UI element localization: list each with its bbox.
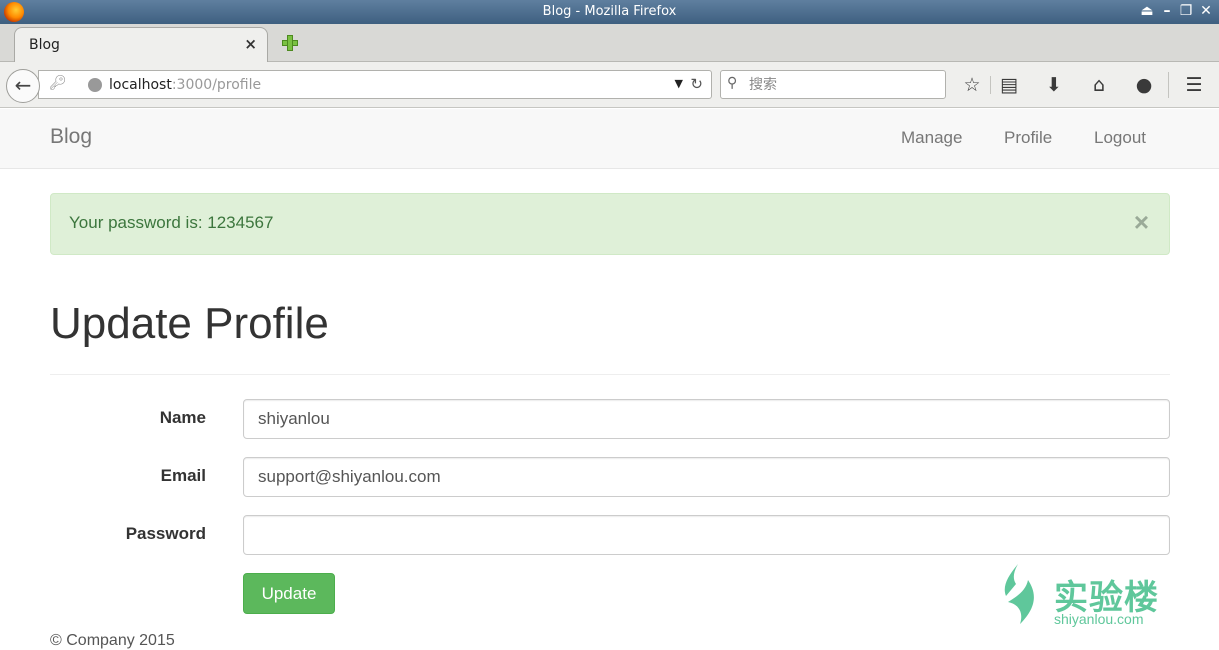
tab-blog[interactable]: Blog × xyxy=(14,27,268,63)
name-field[interactable] xyxy=(243,399,1170,439)
site-identity-key-icon[interactable]: 🔑︎ xyxy=(49,75,67,91)
search-bar[interactable]: ⚲ xyxy=(720,70,946,99)
chat-bubble-icon[interactable]: ● xyxy=(1132,74,1156,96)
back-arrow-icon: ← xyxy=(14,73,32,97)
title-divider xyxy=(50,374,1170,375)
toolbar-separator xyxy=(1168,72,1169,98)
shiyanlou-logo-icon xyxy=(1004,564,1034,624)
url-bar[interactable]: 🔑︎ localhost:3000/profile ▼ ↻ xyxy=(38,70,712,99)
search-icon: ⚲ xyxy=(727,75,738,91)
window-title: Blog - Mozilla Firefox xyxy=(542,4,677,19)
footer-copyright: © Company 2015 xyxy=(50,632,175,649)
page-title: Update Profile xyxy=(50,299,329,348)
home-icon[interactable]: ⌂ xyxy=(1087,74,1111,96)
window-maximize-icon[interactable]: ❐ xyxy=(1177,3,1195,19)
shiyanlou-watermark: 实验楼 shiyanlou.com xyxy=(998,560,1178,632)
tab-strip: Blog × xyxy=(0,24,1219,63)
success-alert: Your password is: 1234567 × xyxy=(50,193,1170,255)
toolbar-separator xyxy=(990,76,991,94)
globe-icon xyxy=(88,78,102,92)
window-shade-icon[interactable]: ⏏ xyxy=(1138,3,1156,19)
browser-toolbar: 🔑︎ localhost:3000/profile ▼ ↻ ← ⚲ ☆ ▤ ⬇ … xyxy=(0,62,1219,108)
password-field[interactable] xyxy=(243,515,1170,555)
nav-logout[interactable]: Logout xyxy=(1094,128,1146,148)
update-button[interactable]: Update xyxy=(243,573,335,614)
window-titlebar: Blog - Mozilla Firefox ⏏ – ❐ ✕ xyxy=(0,0,1219,24)
url-path: :3000/profile xyxy=(171,77,262,93)
alert-message: Your password is: 1234567 xyxy=(69,213,274,232)
name-label: Name xyxy=(159,408,206,427)
url-text[interactable]: localhost:3000/profile xyxy=(109,77,261,93)
back-button[interactable]: ← xyxy=(6,69,40,103)
window-close-icon[interactable]: ✕ xyxy=(1197,3,1215,19)
watermark-site: shiyanlou.com xyxy=(1054,611,1144,627)
nav-profile[interactable]: Profile xyxy=(1004,128,1052,148)
bookmark-star-icon[interactable]: ☆ xyxy=(960,74,984,96)
window-minimize-icon[interactable]: – xyxy=(1158,3,1176,19)
new-tab-plus-icon[interactable] xyxy=(280,33,300,53)
reload-icon[interactable]: ↻ xyxy=(690,75,703,93)
hamburger-menu-icon[interactable]: ☰ xyxy=(1182,74,1206,96)
url-history-dropdown-icon[interactable]: ▼ xyxy=(675,77,683,90)
email-field[interactable] xyxy=(243,457,1170,497)
tab-title: Blog xyxy=(29,37,60,53)
search-input[interactable] xyxy=(747,74,937,95)
url-host: localhost xyxy=(109,77,172,93)
bookmarks-menu-icon[interactable]: ▤ xyxy=(997,74,1021,96)
tab-close-icon[interactable]: × xyxy=(244,35,257,53)
site-navbar: Blog Manage Profile Logout xyxy=(0,109,1219,169)
brand-link[interactable]: Blog xyxy=(50,125,92,149)
email-label: Email xyxy=(160,466,206,485)
password-label: Password xyxy=(125,524,206,543)
downloads-icon[interactable]: ⬇ xyxy=(1042,74,1066,96)
alert-close-icon[interactable]: × xyxy=(1134,207,1149,238)
nav-manage[interactable]: Manage xyxy=(901,128,962,148)
